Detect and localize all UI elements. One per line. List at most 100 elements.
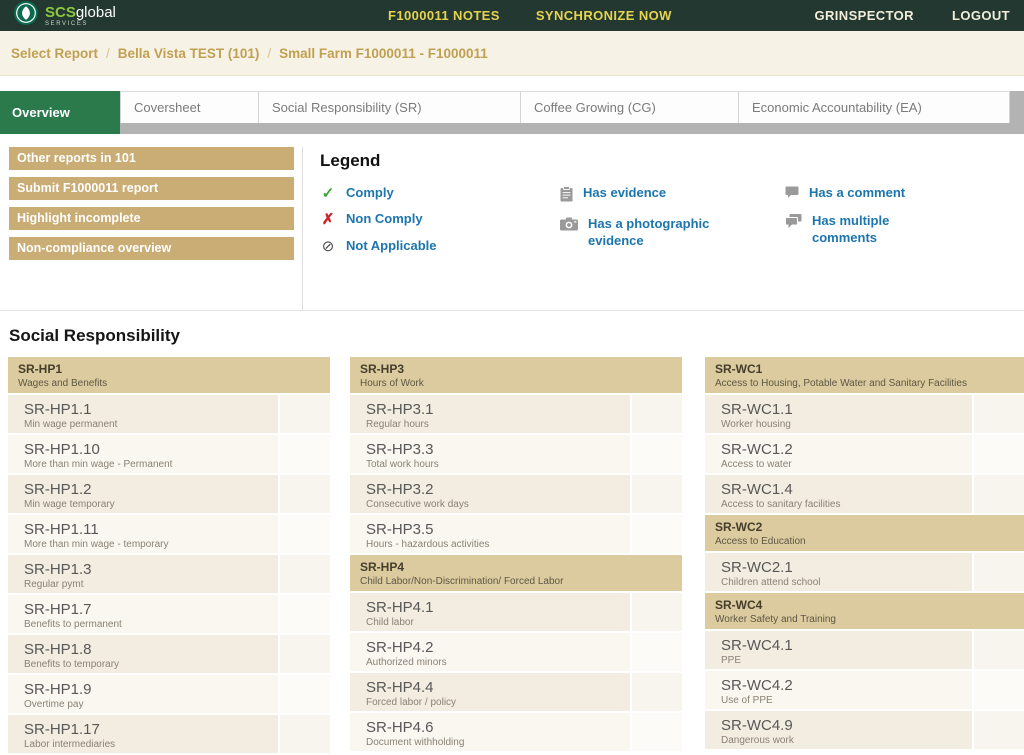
criterion-row[interactable]: SR-HP1.7 Benefits to permanent	[8, 595, 330, 635]
criterion-title: Dangerous work	[721, 735, 972, 746]
criteria-column-2: SR-HP3 Hours of Work SR-HP3.1 Regular ho…	[350, 357, 682, 755]
other-reports-button[interactable]: Other reports in 101	[9, 147, 294, 170]
criterion-status-cell[interactable]	[278, 395, 330, 433]
category-code: SR-HP1	[18, 362, 320, 376]
notes-link[interactable]: F1000011 NOTES	[388, 8, 500, 23]
criterion-status-cell[interactable]	[972, 671, 1024, 709]
criterion-status-cell[interactable]	[972, 711, 1024, 749]
category-header: SR-HP3 Hours of Work	[350, 357, 682, 395]
criterion-row[interactable]: SR-WC4.1 PPE	[705, 631, 1024, 671]
criterion-status-cell[interactable]	[630, 395, 682, 433]
synchronize-now-link[interactable]: SYNCHRONIZE NOW	[536, 8, 672, 23]
criterion-code: SR-HP3.1	[366, 401, 630, 418]
criterion-label: SR-HP1.7 Benefits to permanent	[8, 595, 278, 633]
criterion-status-cell[interactable]	[278, 715, 330, 753]
highlight-incomplete-button[interactable]: Highlight incomplete	[9, 207, 294, 230]
logout-link[interactable]: LOGOUT	[952, 8, 1010, 23]
criterion-status-cell[interactable]	[630, 435, 682, 473]
criterion-status-cell[interactable]	[972, 475, 1024, 513]
criterion-row[interactable]: SR-HP1.9 Overtime pay	[8, 675, 330, 715]
criterion-status-cell[interactable]	[278, 675, 330, 713]
criterion-title: Child labor	[366, 617, 630, 628]
criterion-row[interactable]: SR-HP1.3 Regular pymt	[8, 555, 330, 595]
criterion-status-cell[interactable]	[630, 515, 682, 553]
criterion-row[interactable]: SR-HP4.1 Child labor	[350, 593, 682, 633]
criterion-status-cell[interactable]	[278, 555, 330, 593]
criterion-title: Min wage temporary	[24, 499, 278, 510]
category-title: Hours of Work	[360, 378, 672, 389]
criterion-row[interactable]: SR-HP3.1 Regular hours	[350, 395, 682, 435]
criterion-status-cell[interactable]	[278, 595, 330, 633]
evidence-clipboard-icon	[560, 186, 573, 207]
criterion-status-cell[interactable]	[630, 713, 682, 751]
tab-economic-accountability[interactable]: Economic Accountability (EA)	[738, 91, 1010, 123]
criterion-row[interactable]: SR-WC1.2 Access to water	[705, 435, 1024, 475]
criterion-title: Overtime pay	[24, 699, 278, 710]
criterion-row[interactable]: SR-WC2.1 Children attend school	[705, 553, 1024, 593]
breadcrumb-client[interactable]: Bella Vista TEST (101)	[118, 46, 260, 61]
criterion-row[interactable]: SR-HP3.2 Consecutive work days	[350, 475, 682, 515]
criterion-label: SR-HP1.17 Labor intermediaries	[8, 715, 278, 753]
criterion-row[interactable]: SR-HP3.3 Total work hours	[350, 435, 682, 475]
criterion-row[interactable]: SR-HP4.2 Authorized minors	[350, 633, 682, 673]
user-menu-link[interactable]: GRINSPECTOR	[814, 8, 914, 23]
legend-item-not-applicable: ⊘ Not Applicable	[320, 238, 560, 255]
criterion-label: SR-WC4.1 PPE	[705, 631, 972, 669]
criterion-row[interactable]: SR-HP4.6 Document withholding	[350, 713, 682, 753]
criterion-row[interactable]: SR-WC1.4 Access to sanitary facilities	[705, 475, 1024, 515]
criterion-status-cell[interactable]	[630, 633, 682, 671]
legend-label: Has a photographic evidence	[588, 216, 738, 250]
criterion-label: SR-HP1.9 Overtime pay	[8, 675, 278, 713]
criterion-row[interactable]: SR-HP1.8 Benefits to temporary	[8, 635, 330, 675]
criterion-code: SR-HP1.17	[24, 721, 278, 738]
criterion-code: SR-HP4.2	[366, 639, 630, 656]
criterion-label: SR-HP4.2 Authorized minors	[350, 633, 630, 671]
criterion-row[interactable]: SR-HP1.11 More than min wage - temporary	[8, 515, 330, 555]
scs-logo-text: SCS	[45, 4, 76, 21]
criterion-label: SR-WC2.1 Children attend school	[705, 553, 972, 591]
tab-social-responsibility[interactable]: Social Responsibility (SR)	[258, 91, 520, 123]
criterion-title: Regular hours	[366, 419, 630, 430]
criterion-row[interactable]: SR-HP4.4 Forced labor / policy	[350, 673, 682, 713]
criterion-label: SR-HP3.2 Consecutive work days	[350, 475, 630, 513]
breadcrumb-report[interactable]: Small Farm F1000011 - F1000011	[279, 46, 488, 61]
criterion-row[interactable]: SR-HP1.2 Min wage temporary	[8, 475, 330, 515]
criterion-status-cell[interactable]	[278, 635, 330, 673]
criterion-code: SR-HP1.9	[24, 681, 278, 698]
criterion-code: SR-HP1.1	[24, 401, 278, 418]
criterion-status-cell[interactable]	[278, 515, 330, 553]
criterion-status-cell[interactable]	[278, 475, 330, 513]
breadcrumb-select-report[interactable]: Select Report	[11, 46, 98, 61]
criterion-status-cell[interactable]	[278, 435, 330, 473]
criterion-label: SR-HP1.3 Regular pymt	[8, 555, 278, 593]
criterion-status-cell[interactable]	[972, 435, 1024, 473]
criterion-row[interactable]: SR-WC1.1 Worker housing	[705, 395, 1024, 435]
criterion-row[interactable]: SR-WC4.9 Dangerous work	[705, 711, 1024, 751]
criterion-label: SR-WC4.9 Dangerous work	[705, 711, 972, 749]
tab-underbar	[120, 123, 1024, 134]
criterion-title: Children attend school	[721, 577, 972, 588]
criterion-title: More than min wage - Permanent	[24, 459, 278, 470]
non-compliance-overview-button[interactable]: Non-compliance overview	[9, 237, 294, 260]
submit-report-button[interactable]: Submit F1000011 report	[9, 177, 294, 200]
criterion-status-cell[interactable]	[630, 475, 682, 513]
criterion-row[interactable]: SR-HP1.17 Labor intermediaries	[8, 715, 330, 755]
criterion-status-cell[interactable]	[630, 673, 682, 711]
legend-label: Has multiple comments	[812, 213, 922, 247]
breadcrumb-separator: /	[106, 46, 110, 61]
criterion-row[interactable]: SR-HP1.10 More than min wage - Permanent	[8, 435, 330, 475]
criterion-row[interactable]: SR-WC4.2 Use of PPE	[705, 671, 1024, 711]
criterion-label: SR-WC1.2 Access to water	[705, 435, 972, 473]
category-code: SR-WC4	[715, 598, 1014, 612]
criterion-row[interactable]: SR-HP1.1 Min wage permanent	[8, 395, 330, 435]
criterion-status-cell[interactable]	[630, 593, 682, 631]
criterion-row[interactable]: SR-HP3.5 Hours - hazardous activities	[350, 515, 682, 555]
tab-coffee-growing[interactable]: Coffee Growing (CG)	[520, 91, 738, 123]
category-code: SR-HP4	[360, 560, 672, 574]
criterion-status-cell[interactable]	[972, 631, 1024, 669]
tab-coversheet[interactable]: Coversheet	[120, 91, 258, 123]
criterion-status-cell[interactable]	[972, 395, 1024, 433]
category-header: SR-WC2 Access to Education	[705, 515, 1024, 553]
tab-overview[interactable]: Overview	[0, 91, 120, 134]
criterion-status-cell[interactable]	[972, 553, 1024, 591]
